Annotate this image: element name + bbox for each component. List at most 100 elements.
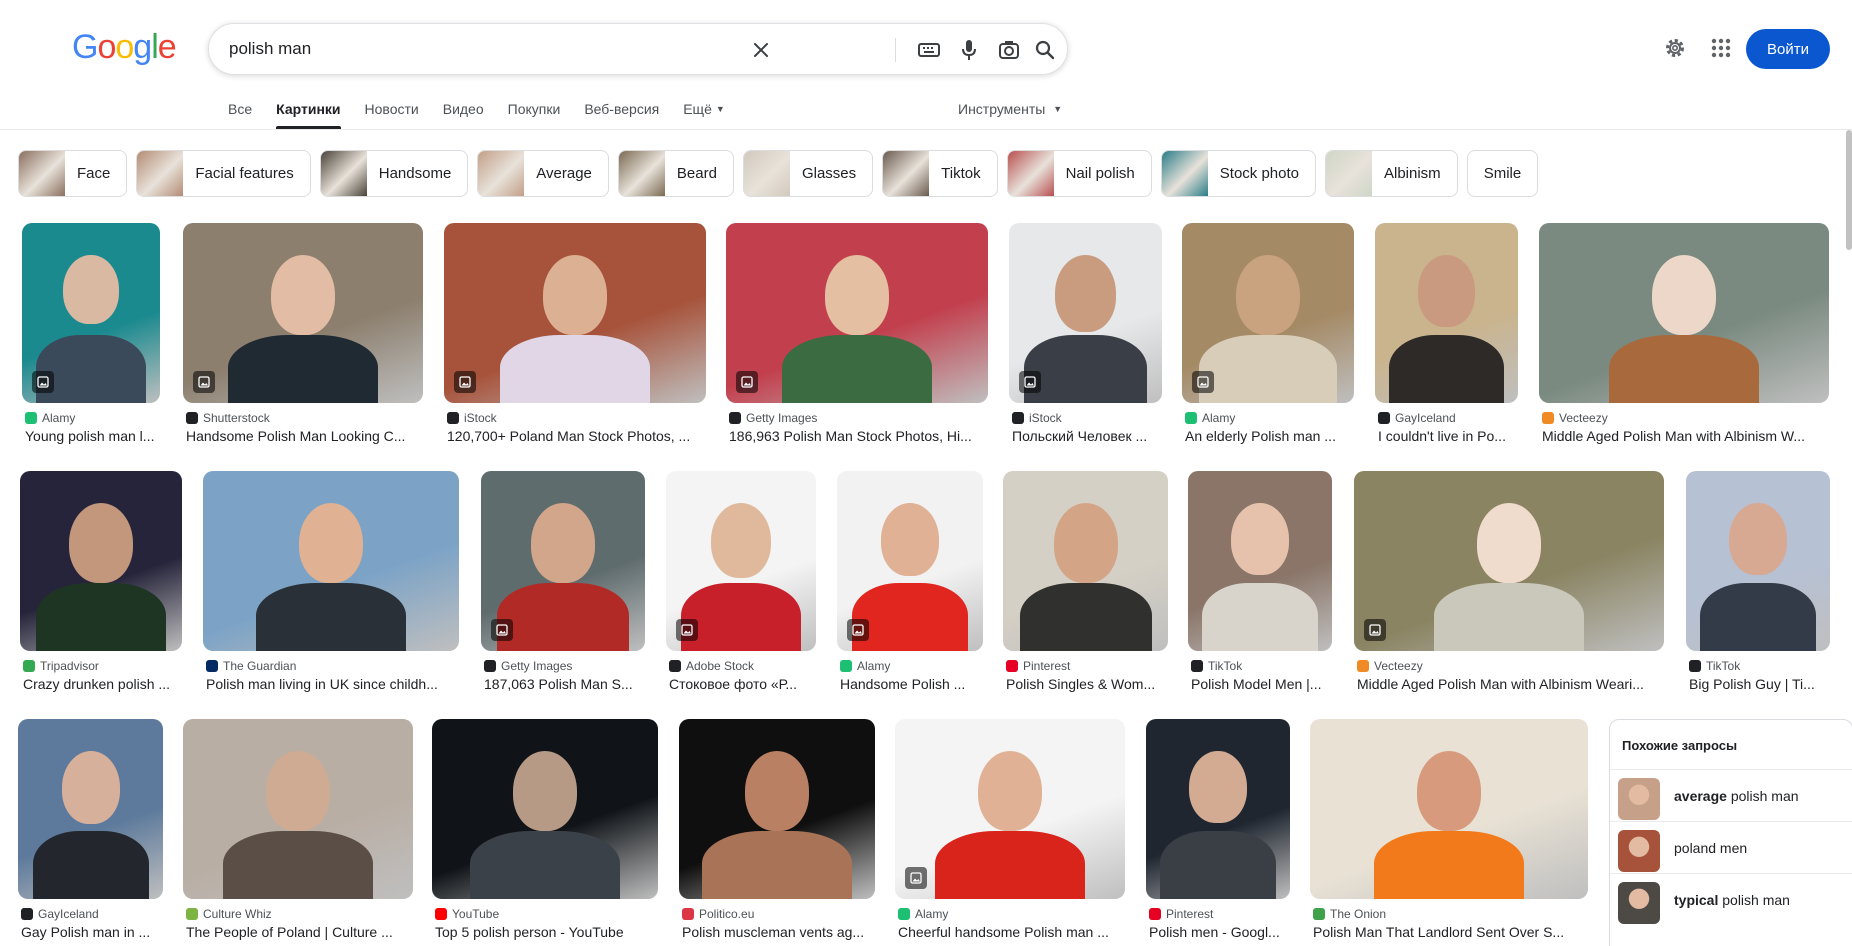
result-thumbnail[interactable] [20, 471, 182, 651]
result-thumbnail[interactable] [1310, 719, 1588, 899]
result-title[interactable]: Польский Человек ... [1012, 428, 1163, 444]
result-thumbnail[interactable] [481, 471, 645, 651]
result-source[interactable]: The Onion [1313, 907, 1386, 921]
camera-icon[interactable] [993, 34, 1025, 66]
result-source[interactable]: Alamy [1185, 411, 1235, 425]
result-title[interactable]: Crazy drunken polish ... [23, 676, 183, 692]
result-title[interactable]: Cheerful handsome Polish man ... [898, 924, 1126, 940]
result-title[interactable]: Polish muscleman vents ag... [682, 924, 876, 940]
result-source[interactable]: Getty Images [484, 659, 572, 673]
result-title[interactable]: Middle Aged Polish Man with Albinism Wea… [1357, 676, 1665, 692]
result-thumbnail[interactable] [432, 719, 658, 899]
result-source[interactable]: Shutterstock [186, 411, 270, 425]
image-result[interactable]: Vecteezy Middle Aged Polish Man with Albi… [1539, 223, 1829, 461]
result-thumbnail[interactable] [183, 223, 423, 403]
image-result[interactable]: Vecteezy Middle Aged Polish Man with Albi… [1354, 471, 1664, 709]
result-source[interactable]: iStock [1012, 411, 1062, 425]
image-result[interactable]: The Guardian Polish man living in UK sinc… [203, 471, 459, 709]
scrollbar-thumb[interactable] [1846, 130, 1852, 250]
chip-3[interactable]: Average [477, 150, 609, 197]
image-result[interactable]: iStock 120,700+ Poland Man Stock Photos, … [444, 223, 706, 461]
result-title[interactable]: Polish Man That Landlord Sent Over S... [1313, 924, 1589, 940]
image-result[interactable]: Culture Whiz The People of Poland | Cultu… [183, 719, 413, 946]
related-search-item[interactable]: typical polish man [1610, 873, 1852, 925]
result-thumbnail[interactable] [1539, 223, 1829, 403]
image-result[interactable]: Getty Images 186,963 Polish Man Stock Pho… [726, 223, 988, 461]
result-title[interactable]: Polish men - Googl... [1149, 924, 1291, 940]
result-source[interactable]: GayIceland [21, 907, 99, 921]
result-title[interactable]: Polish man living in UK since childh... [206, 676, 460, 692]
result-source[interactable]: TikTok [1689, 659, 1740, 673]
result-thumbnail[interactable] [22, 223, 160, 403]
tab-3[interactable]: Видео [443, 98, 484, 130]
result-thumbnail[interactable] [837, 471, 983, 651]
result-thumbnail[interactable] [1182, 223, 1354, 403]
image-result[interactable]: Alamy Handsome Polish ... [837, 471, 983, 709]
chip-2[interactable]: Handsome [319, 150, 469, 197]
chip-7[interactable]: Nail polish [1006, 150, 1152, 197]
chip-1[interactable]: Facial features [136, 150, 311, 197]
tab-2[interactable]: Новости [365, 98, 419, 130]
image-result[interactable]: Pinterest Polish men - Googl... [1146, 719, 1290, 946]
result-thumbnail[interactable] [1146, 719, 1290, 899]
tab-1[interactable]: Картинки [276, 98, 341, 130]
result-title[interactable]: An elderly Polish man ... [1185, 428, 1355, 444]
related-search-item[interactable]: poland men [1610, 821, 1852, 873]
tab-6[interactable]: Ещё ▼ [683, 98, 725, 130]
result-title[interactable]: Young polish man l... [25, 428, 161, 444]
result-title[interactable]: 187,063 Polish Man S... [484, 676, 646, 692]
result-source[interactable]: Getty Images [729, 411, 817, 425]
tools-dropdown[interactable]: Инструменты ▼ [958, 98, 1062, 122]
image-result[interactable]: Politico.eu Polish muscleman vents ag... [679, 719, 875, 946]
image-result[interactable]: TikTok Big Polish Guy | Ti... [1686, 471, 1830, 709]
result-thumbnail[interactable] [1003, 471, 1168, 651]
result-thumbnail[interactable] [726, 223, 988, 403]
image-result[interactable]: Alamy Young polish man l... [22, 223, 160, 461]
chip-0[interactable]: Face [18, 150, 128, 197]
image-result[interactable]: Alamy An elderly Polish man ... [1182, 223, 1354, 461]
image-result[interactable]: Pinterest Polish Singles & Wom... [1003, 471, 1168, 709]
result-source[interactable]: Politico.eu [682, 907, 754, 921]
chip-4[interactable]: Beard [617, 150, 734, 197]
close-icon[interactable] [745, 34, 777, 66]
result-thumbnail[interactable] [1375, 223, 1518, 403]
result-source[interactable]: Vecteezy [1542, 411, 1608, 425]
search-icon[interactable] [1029, 34, 1061, 66]
result-title[interactable]: The People of Poland | Culture ... [186, 924, 414, 940]
mic-icon[interactable] [953, 34, 985, 66]
tab-4[interactable]: Покупки [508, 98, 561, 130]
image-result[interactable]: GayIceland Gay Polish man in ... [18, 719, 163, 946]
result-thumbnail[interactable] [1188, 471, 1332, 651]
image-result[interactable]: Alamy Cheerful handsome Polish man ... [895, 719, 1125, 946]
result-thumbnail[interactable] [1009, 223, 1162, 403]
apps-grid-icon[interactable] [1707, 34, 1735, 62]
related-search-item[interactable]: average polish man [1610, 769, 1852, 821]
result-source[interactable]: Vecteezy [1357, 659, 1423, 673]
image-result[interactable]: YouTube Top 5 polish person - YouTube [432, 719, 658, 946]
result-source[interactable]: Tripadvisor [23, 659, 99, 673]
result-source[interactable]: Alamy [840, 659, 890, 673]
result-source[interactable]: GayIceland [1378, 411, 1456, 425]
result-title[interactable]: Polish Singles & Wom... [1006, 676, 1169, 692]
result-source[interactable]: TikTok [1191, 659, 1242, 673]
image-result[interactable]: Shutterstock Handsome Polish Man Looking … [183, 223, 423, 461]
result-thumbnail[interactable] [183, 719, 413, 899]
result-thumbnail[interactable] [1686, 471, 1830, 651]
keyboard-icon[interactable] [913, 34, 945, 66]
result-source[interactable]: The Guardian [206, 659, 296, 673]
result-title[interactable]: 186,963 Polish Man Stock Photos, Hi... [729, 428, 989, 444]
result-title[interactable]: Handsome Polish ... [840, 676, 984, 692]
result-title[interactable]: 120,700+ Poland Man Stock Photos, ... [447, 428, 707, 444]
image-result[interactable]: Tripadvisor Crazy drunken polish ... [20, 471, 182, 709]
login-button[interactable]: Войти [1746, 29, 1830, 69]
result-source[interactable]: Alamy [898, 907, 948, 921]
result-title[interactable]: Middle Aged Polish Man with Albinism W..… [1542, 428, 1830, 444]
tab-5[interactable]: Веб-версия [584, 98, 659, 130]
chip-5[interactable]: Glasses [742, 150, 874, 197]
google-logo[interactable]: Google [72, 28, 177, 67]
result-thumbnail[interactable] [444, 223, 706, 403]
chip-10[interactable]: Smile [1466, 150, 1539, 197]
result-thumbnail[interactable] [666, 471, 816, 651]
result-source[interactable]: YouTube [435, 907, 499, 921]
result-thumbnail[interactable] [18, 719, 163, 899]
